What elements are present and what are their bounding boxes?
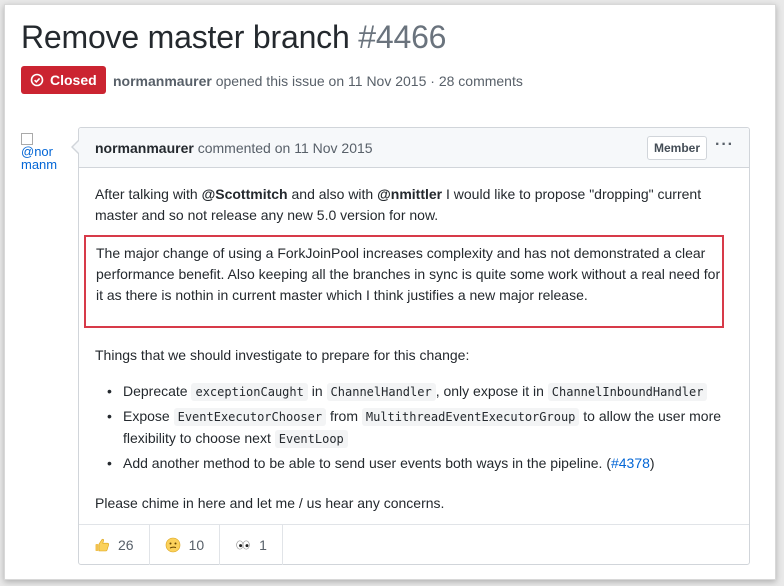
list-item: Add another method to be able to send us… xyxy=(107,453,735,474)
issue-comment: normanmaurer commented on 11 Nov 2015 Me… xyxy=(71,127,750,565)
comment-options-icon[interactable]: ··· xyxy=(715,136,734,154)
issue-closed-icon xyxy=(30,73,44,87)
issue-link-4378[interactable]: #4378 xyxy=(611,455,650,471)
text: from xyxy=(326,408,362,424)
text: , only expose it in xyxy=(435,383,548,399)
comment-paragraph-todo: Things that we should investigate to pre… xyxy=(95,347,470,363)
reaction-count: 26 xyxy=(118,537,134,553)
code-channelhandler: ChannelHandler xyxy=(326,383,436,401)
mention-nmittler[interactable]: @nmittler xyxy=(377,186,442,202)
text: Add another method to be able to send us… xyxy=(123,455,611,471)
avatar[interactable]: @nor manm xyxy=(21,131,61,175)
code-eventexecutorchooser: EventExecutorChooser xyxy=(173,408,327,426)
highlighted-paragraph-box: The major change of using a ForkJoinPool… xyxy=(84,235,724,328)
text: and also with xyxy=(287,186,378,202)
thumbs-up-icon xyxy=(94,537,110,553)
comment-paragraph-closing: Please chime in here and let me / us hea… xyxy=(95,495,445,511)
text: in xyxy=(307,383,327,399)
comment-byline: normanmaurer commented on 11 Nov 2015 xyxy=(95,140,373,156)
issue-state-label: Closed xyxy=(50,72,97,88)
confused-face-icon xyxy=(165,537,181,553)
comment-timestamp[interactable]: commented on 11 Nov 2015 xyxy=(198,140,373,156)
reaction-count: 1 xyxy=(259,537,267,553)
code-eventloop: EventLoop xyxy=(274,430,348,448)
issue-meta: normanmaurer opened this issue on 11 Nov… xyxy=(113,73,523,89)
comment-paragraph-highlight: The major change of using a ForkJoinPool… xyxy=(96,245,721,303)
code-channelinboundhandler: ChannelInboundHandler xyxy=(547,383,708,401)
issue-title: Remove master branch #4466 xyxy=(21,19,446,56)
issue-page: Remove master branch #4466 Closed norman… xyxy=(4,4,776,580)
issue-number: #4466 xyxy=(358,19,447,55)
reaction-thumbs-up[interactable]: 26 xyxy=(79,525,150,565)
reaction-count: 10 xyxy=(188,537,205,553)
text: ) xyxy=(649,455,655,471)
list-item: Deprecate exceptionCaught in ChannelHand… xyxy=(107,381,735,403)
avatar-alt-text: @nor manm xyxy=(21,143,58,172)
mention-scottmitch[interactable]: @Scottmitch xyxy=(202,186,288,202)
issue-opened-text: opened this issue on 11 Nov 2015 · 28 co… xyxy=(215,73,523,89)
comment-paragraph-intro: After talking with @Scottmitch and also … xyxy=(95,184,735,226)
code-multithreadeventexecutorgroup: MultithreadEventExecutorGroup xyxy=(361,408,580,426)
reaction-eyes[interactable]: 1 xyxy=(220,525,283,565)
member-badge: Member xyxy=(647,136,708,160)
comment-author-link[interactable]: normanmaurer xyxy=(95,140,194,156)
list-item: Expose EventExecutorChooser from Multith… xyxy=(107,406,735,450)
issue-author-link[interactable]: normanmaurer xyxy=(113,73,212,89)
text: Expose xyxy=(123,408,174,424)
reaction-confused[interactable]: 10 xyxy=(150,525,221,565)
todo-list: Deprecate exceptionCaught in ChannelHand… xyxy=(95,381,735,477)
comment-header: normanmaurer commented on 11 Nov 2015 Me… xyxy=(79,128,749,168)
text: After talking with xyxy=(95,186,202,202)
code-exceptioncaught: exceptionCaught xyxy=(191,383,308,401)
issue-title-text: Remove master branch xyxy=(21,19,350,55)
issue-state-badge: Closed xyxy=(21,66,106,94)
eyes-icon xyxy=(235,537,251,553)
text: Deprecate xyxy=(123,383,192,399)
reactions-bar: 26 10 1 xyxy=(79,524,749,565)
